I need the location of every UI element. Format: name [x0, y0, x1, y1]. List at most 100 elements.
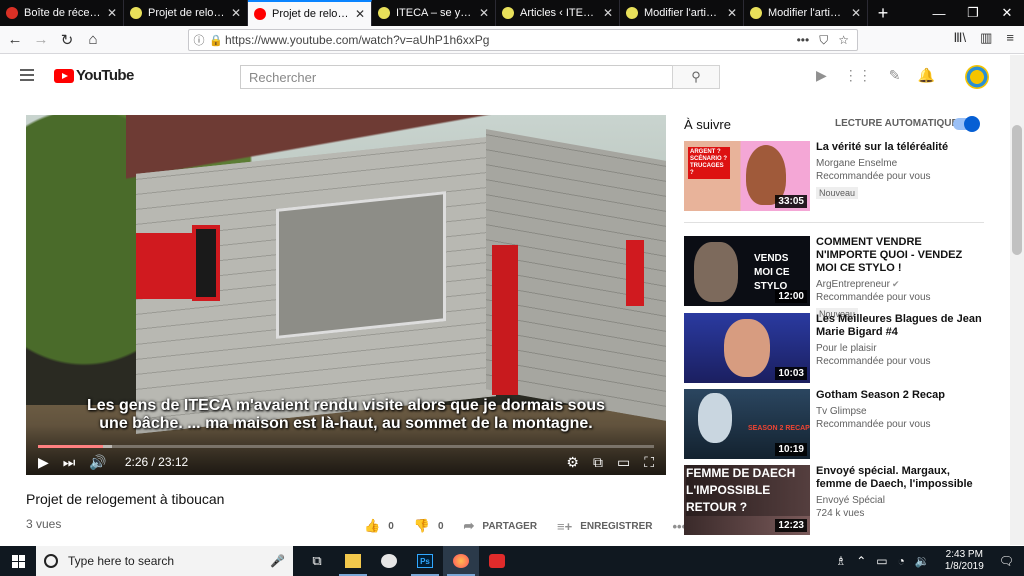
menu-icon[interactable]: ≡ — [1006, 30, 1014, 46]
channel-name[interactable]: Pour le plaisir — [816, 342, 984, 355]
app-button[interactable] — [479, 546, 515, 576]
messages-icon[interactable]: ✎ — [889, 67, 901, 84]
channel-name[interactable]: Envoyé Spécial — [816, 494, 984, 507]
task-view-button[interactable]: ⧉ — [299, 546, 335, 576]
paint-app-button[interactable] — [371, 546, 407, 576]
settings-gear-icon[interactable]: ⚙ — [566, 454, 579, 471]
notifications-bell-icon[interactable]: 🔔 — [918, 67, 935, 84]
recommendation-item[interactable]: SEASON 2 RECAP 10:19 Gotham Season 2 Rec… — [684, 389, 984, 459]
clock[interactable]: 2:43 PM 1/8/2019 — [945, 549, 984, 573]
close-tab-icon[interactable]: ✕ — [727, 6, 737, 20]
recommendation-item[interactable]: FEMME DE DAECH L'IMPOSSIBLE RETOUR ? 12:… — [684, 465, 984, 535]
reload-button[interactable]: ↻ — [54, 28, 80, 52]
close-tab-icon[interactable]: ✕ — [479, 6, 489, 20]
close-tab-icon[interactable]: ✕ — [851, 6, 861, 20]
avatar[interactable] — [965, 65, 989, 89]
minimize-icon[interactable]: — — [922, 0, 956, 26]
video-thumbnail[interactable]: SEASON 2 RECAP 10:19 — [684, 389, 810, 459]
lock-icon[interactable]: 🔒 — [209, 34, 225, 47]
people-icon[interactable]: ♗ — [835, 554, 846, 568]
new-tab-button[interactable]: + — [868, 0, 898, 26]
search-input[interactable]: Rechercher — [240, 65, 673, 89]
search-button[interactable]: ⚲ — [672, 65, 720, 89]
back-button[interactable]: ← — [2, 28, 28, 52]
scrollbar-thumb[interactable] — [1012, 125, 1022, 255]
site-favicon-icon — [130, 7, 142, 19]
tab-youtube-active[interactable]: Projet de relogem✕ — [248, 0, 372, 26]
dislike-button[interactable]: 👎 0 — [414, 518, 444, 534]
page-actions-icon[interactable]: ••• — [797, 33, 810, 48]
photoshop-button[interactable]: Ps — [407, 546, 443, 576]
info-icon[interactable]: ⓘ — [189, 32, 209, 48]
next-icon[interactable]: ⏭ — [63, 454, 76, 471]
recommendation-title[interactable]: COMMENT VENDRE N'IMPORTE QUOI - VENDEZ M… — [816, 236, 984, 275]
tab-gmail[interactable]: Boîte de réception (✕ — [0, 0, 124, 26]
bookmark-star-icon[interactable]: ☆ — [838, 33, 849, 48]
url-bar[interactable]: ⓘ 🔒 https://www.youtube.com/watch?v=aUhP… — [188, 29, 858, 51]
forward-button[interactable]: → — [28, 28, 54, 52]
volume-icon[interactable]: 🔊 — [89, 454, 106, 471]
duration-badge: 10:19 — [775, 443, 807, 456]
channel-name[interactable]: Tv Glimpse — [816, 405, 984, 418]
tab-modifier-2[interactable]: Modifier l'article ‹ I✕ — [744, 0, 868, 26]
video-thumbnail[interactable]: VENDS MOI CE STYLO 12:00 — [684, 236, 810, 306]
firefox-button[interactable] — [443, 546, 479, 576]
fullscreen-icon[interactable]: ⛶ — [644, 454, 654, 471]
video-actions: 👍 0 👎 0 ➦ PARTAGER ≡+ ENREGISTRER ••• — [364, 518, 706, 534]
video-thumbnail[interactable]: FEMME DE DAECH L'IMPOSSIBLE RETOUR ? 12:… — [684, 465, 810, 535]
play-icon[interactable]: ▶ — [38, 454, 49, 471]
recommendation-title[interactable]: Envoyé spécial. Margaux, femme de Daech,… — [816, 465, 984, 491]
firefox-icon — [453, 554, 469, 568]
theater-mode-icon[interactable]: ▭ — [617, 454, 630, 471]
close-tab-icon[interactable]: ✕ — [107, 6, 117, 20]
url-text[interactable]: https://www.youtube.com/watch?v=aUhP1h6x… — [225, 33, 797, 47]
home-button[interactable]: ⌂ — [80, 28, 106, 52]
like-button[interactable]: 👍 0 — [364, 518, 394, 534]
tab-projet-1[interactable]: Projet de relogemen✕ — [124, 0, 248, 26]
hamburger-menu-icon[interactable] — [20, 69, 34, 81]
progress-bar[interactable] — [38, 445, 654, 448]
apps-grid-icon[interactable]: ⋮⋮ — [844, 67, 872, 84]
app-icon — [489, 554, 505, 568]
tab-iteca[interactable]: ITECA – se yon zout✕ — [372, 0, 496, 26]
channel-name[interactable]: Morgane Enselme — [816, 157, 984, 170]
recommendation-item[interactable]: 10:03 Les Meilleures Blagues de Jean Mar… — [684, 313, 984, 383]
recommendation-title[interactable]: Les Meilleures Blagues de Jean Marie Big… — [816, 313, 984, 339]
close-tab-icon[interactable]: ✕ — [603, 6, 613, 20]
restore-icon[interactable]: ❐ — [956, 0, 990, 26]
taskbar-search-box[interactable]: Type here to search 🎤 — [36, 546, 293, 576]
tab-articles[interactable]: Articles ‹ ITECA — V✕ — [496, 0, 620, 26]
microphone-icon[interactable]: 🎤 — [270, 554, 285, 568]
recommendation-item[interactable]: VENDS MOI CE STYLO 12:00 COMMENT VENDRE … — [684, 236, 984, 320]
video-player[interactable]: Les gens de ITECA m'avaient rendu visite… — [26, 115, 666, 475]
video-title: Projet de relogement à tiboucan — [26, 491, 225, 507]
page-scrollbar[interactable] — [1010, 55, 1024, 545]
library-icon[interactable]: Ⅲ\ — [954, 30, 967, 46]
start-button[interactable] — [0, 546, 36, 576]
tab-modifier-1[interactable]: Modifier l'article ‹ I✕ — [620, 0, 744, 26]
recommendation-item[interactable]: ARGENT ? SCÉNARIO ? TRUCAGES ? 33:05 La … — [684, 141, 984, 211]
miniplayer-icon[interactable]: ⧉ — [593, 454, 603, 471]
save-button[interactable]: ≡+ ENREGISTRER — [557, 519, 652, 534]
view-count: 3 vues — [26, 517, 62, 531]
battery-icon[interactable]: ▭ — [876, 554, 887, 568]
file-explorer-button[interactable] — [335, 546, 371, 576]
recommendation-title[interactable]: Gotham Season 2 Recap — [816, 389, 984, 402]
close-window-icon[interactable]: ✕ — [990, 0, 1024, 26]
close-tab-icon[interactable]: ✕ — [231, 6, 241, 20]
youtube-logo[interactable]: YouTube — [54, 67, 134, 84]
recommendation-title[interactable]: La vérité sur la téléréalité — [816, 141, 984, 154]
close-tab-icon[interactable]: ✕ — [355, 7, 365, 21]
create-video-icon[interactable]: ▶ — [816, 67, 827, 84]
sidebar-icon[interactable]: ▥ — [980, 30, 992, 46]
network-icon[interactable]: ◔ — [898, 554, 905, 568]
video-thumbnail[interactable]: ARGENT ? SCÉNARIO ? TRUCAGES ? 33:05 — [684, 141, 810, 211]
volume-tray-icon[interactable]: 🔉 — [915, 554, 930, 568]
channel-name[interactable]: ArgEntrepreneur — [816, 279, 890, 290]
notifications-icon[interactable]: 🗨 — [999, 554, 1014, 568]
share-button[interactable]: ➦ PARTAGER — [464, 518, 538, 534]
video-thumbnail[interactable]: 10:03 — [684, 313, 810, 383]
show-hidden-icons[interactable]: ⌃ — [856, 554, 866, 568]
autoplay-toggle[interactable] — [953, 116, 980, 132]
pocket-icon[interactable]: ⛉ — [819, 33, 828, 48]
